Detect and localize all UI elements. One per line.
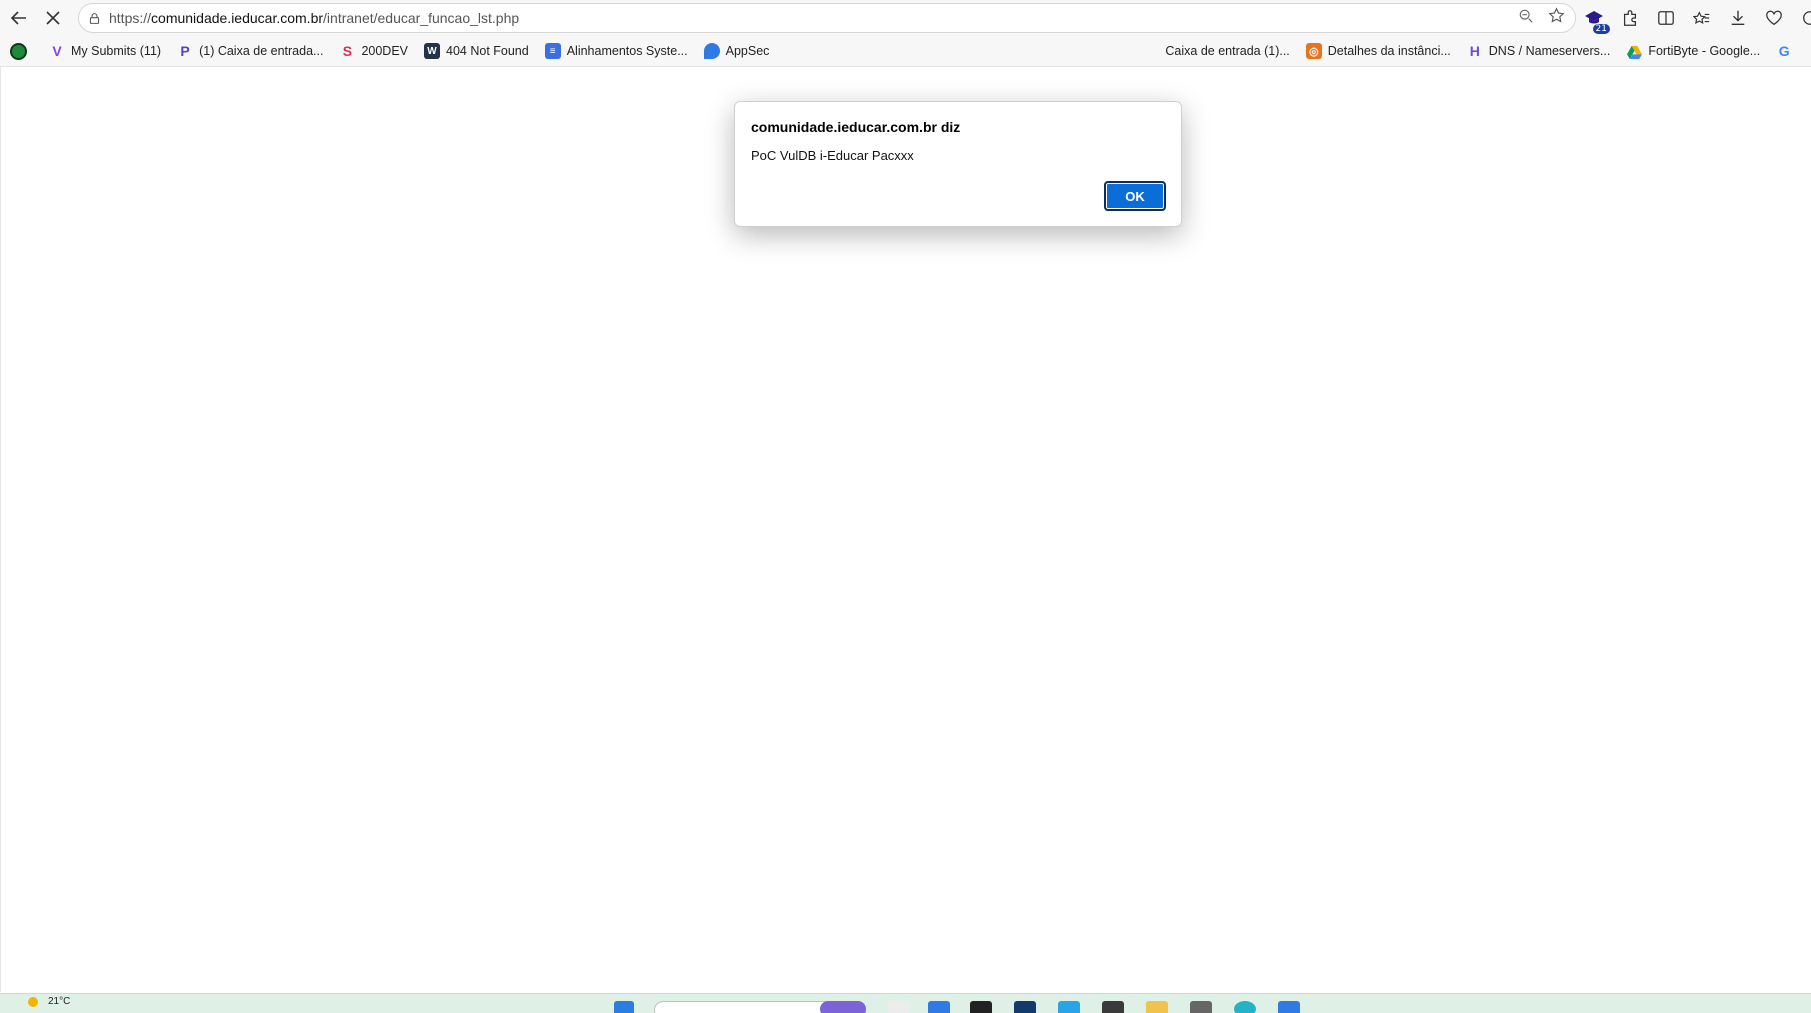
extensions-puzzle-icon[interactable] — [1620, 8, 1640, 28]
bookmark-label: (1) Caixa de entrada... — [199, 44, 324, 58]
downloads-icon[interactable] — [1728, 8, 1748, 28]
ok-button[interactable]: OK — [1104, 181, 1166, 211]
app-icon-2[interactable] — [970, 1001, 992, 1013]
google-icon: G — [1778, 43, 1790, 59]
app-icon-5[interactable] — [1102, 1001, 1124, 1013]
bookmark-caixa-entrada[interactable]: P (1) Caixa de entrada... — [169, 37, 331, 65]
browser-essentials-icon[interactable] — [1764, 8, 1784, 28]
file-explorer-icon[interactable] — [1146, 1001, 1168, 1013]
url-path: /intranet/educar_funcao_lst.php — [323, 10, 520, 26]
app-icon-1[interactable] — [928, 1001, 950, 1013]
w-logo-icon: W — [424, 43, 441, 59]
green-dot-icon — [10, 42, 27, 60]
dialog-message: PoC VulDB i-Educar Pacxxx — [751, 148, 914, 163]
browser-toolbar: https://comunidade.ieducar.com.br/intran… — [0, 0, 1811, 36]
alert-dialog: comunidade.ieducar.com.br diz PoC VulDB … — [734, 101, 1182, 227]
search-highlight-icon[interactable] — [820, 1001, 866, 1013]
dialog-title: comunidade.ieducar.com.br diz — [751, 119, 961, 135]
toolbar-right-icons: 21 — [1584, 0, 1811, 36]
app-icon-7[interactable] — [1278, 1001, 1300, 1013]
favorites-collections-icon[interactable] — [1692, 8, 1712, 28]
back-button[interactable] — [2, 1, 36, 35]
bookmark-404[interactable]: W 404 Not Found — [416, 37, 537, 65]
bookmark-label: 200DEV — [361, 44, 409, 58]
bookmark-dns[interactable]: H DNS / Nameservers... — [1459, 37, 1619, 65]
bookmark-200dev[interactable]: S 200DEV — [331, 37, 416, 65]
split-screen-icon[interactable] — [1656, 8, 1676, 28]
bookmark-label: 404 Not Found — [446, 44, 529, 58]
bookmark-label: Detalhes da instânci... — [1327, 44, 1451, 58]
bookmarks-bar: V My Submits (11) P (1) Caixa de entrada… — [0, 36, 1811, 67]
url-host: comunidade.ieducar.com.br — [151, 10, 324, 26]
bookmark-google[interactable]: G — [1768, 37, 1806, 65]
url-text: https://comunidade.ieducar.com.br/intran… — [109, 10, 519, 26]
bookmark-label: DNS / Nameservers... — [1488, 44, 1611, 58]
lock-icon[interactable] — [79, 12, 109, 25]
profile-icon-partial[interactable] — [1800, 8, 1811, 28]
app-icon-3[interactable] — [1014, 1001, 1036, 1013]
p-logo-icon: P — [180, 43, 190, 59]
taskview-icon[interactable] — [888, 1001, 910, 1013]
page-content: comunidade.ieducar.com.br diz PoC VulDB … — [0, 67, 1811, 992]
address-bar[interactable]: https://comunidade.ieducar.com.br/intran… — [78, 3, 1576, 33]
extension-graduation-icon[interactable]: 21 — [1584, 8, 1610, 34]
url-scheme: https:// — [109, 10, 152, 26]
browser-window: https://comunidade.ieducar.com.br/intran… — [0, 0, 1811, 1013]
zoom-out-icon[interactable] — [1518, 8, 1534, 29]
bookmark-appsec[interactable]: AppSec — [696, 37, 778, 65]
bookmark-0[interactable] — [0, 37, 41, 65]
bookmark-detalhes-instancia[interactable]: ◎ Detalhes da instânci... — [1298, 37, 1459, 65]
app-icon-4[interactable] — [1058, 1001, 1080, 1013]
v-logo-icon: V — [52, 43, 62, 59]
stop-loading-button[interactable] — [36, 1, 70, 35]
start-button-icon[interactable] — [614, 1001, 634, 1013]
bookmark-label: FortiByte - Google... — [1648, 44, 1761, 58]
bookmark-fortibyte[interactable]: FortiByte - Google... — [1618, 37, 1768, 65]
bookmark-label: My Submits (11) — [71, 44, 162, 58]
bookmark-my-submits[interactable]: V My Submits (11) — [41, 37, 169, 65]
weather-sun-icon[interactable] — [28, 997, 38, 1007]
orange-square-icon: ◎ — [1305, 43, 1322, 59]
bookmark-label: Caixa de entrada (1)... — [1165, 44, 1290, 58]
extension-badge: 21 — [1592, 24, 1610, 34]
edge-browser-icon[interactable] — [1234, 1001, 1256, 1013]
app-icon-6[interactable] — [1190, 1001, 1212, 1013]
back-arrow-icon — [10, 11, 26, 25]
os-taskbar: 21°C — [0, 993, 1811, 1013]
favorite-star-icon[interactable] — [1548, 7, 1565, 29]
200dev-logo-icon: S — [342, 43, 353, 59]
bookmark-alinhamentos[interactable]: ≡ Alinhamentos Syste... — [537, 37, 696, 65]
drive-icon — [1626, 43, 1642, 59]
bookmark-label: Alinhamentos Syste... — [566, 44, 688, 58]
weather-temperature[interactable]: 21°C — [48, 996, 70, 1007]
drop-icon — [703, 43, 720, 59]
bookmark-caixa-entrada-1[interactable]: Caixa de entrada (1)... — [1157, 37, 1297, 65]
close-icon — [46, 11, 60, 25]
doc-icon: ≡ — [544, 43, 561, 59]
h-logo-icon: H — [1469, 43, 1480, 59]
bookmark-label: AppSec — [725, 44, 770, 58]
